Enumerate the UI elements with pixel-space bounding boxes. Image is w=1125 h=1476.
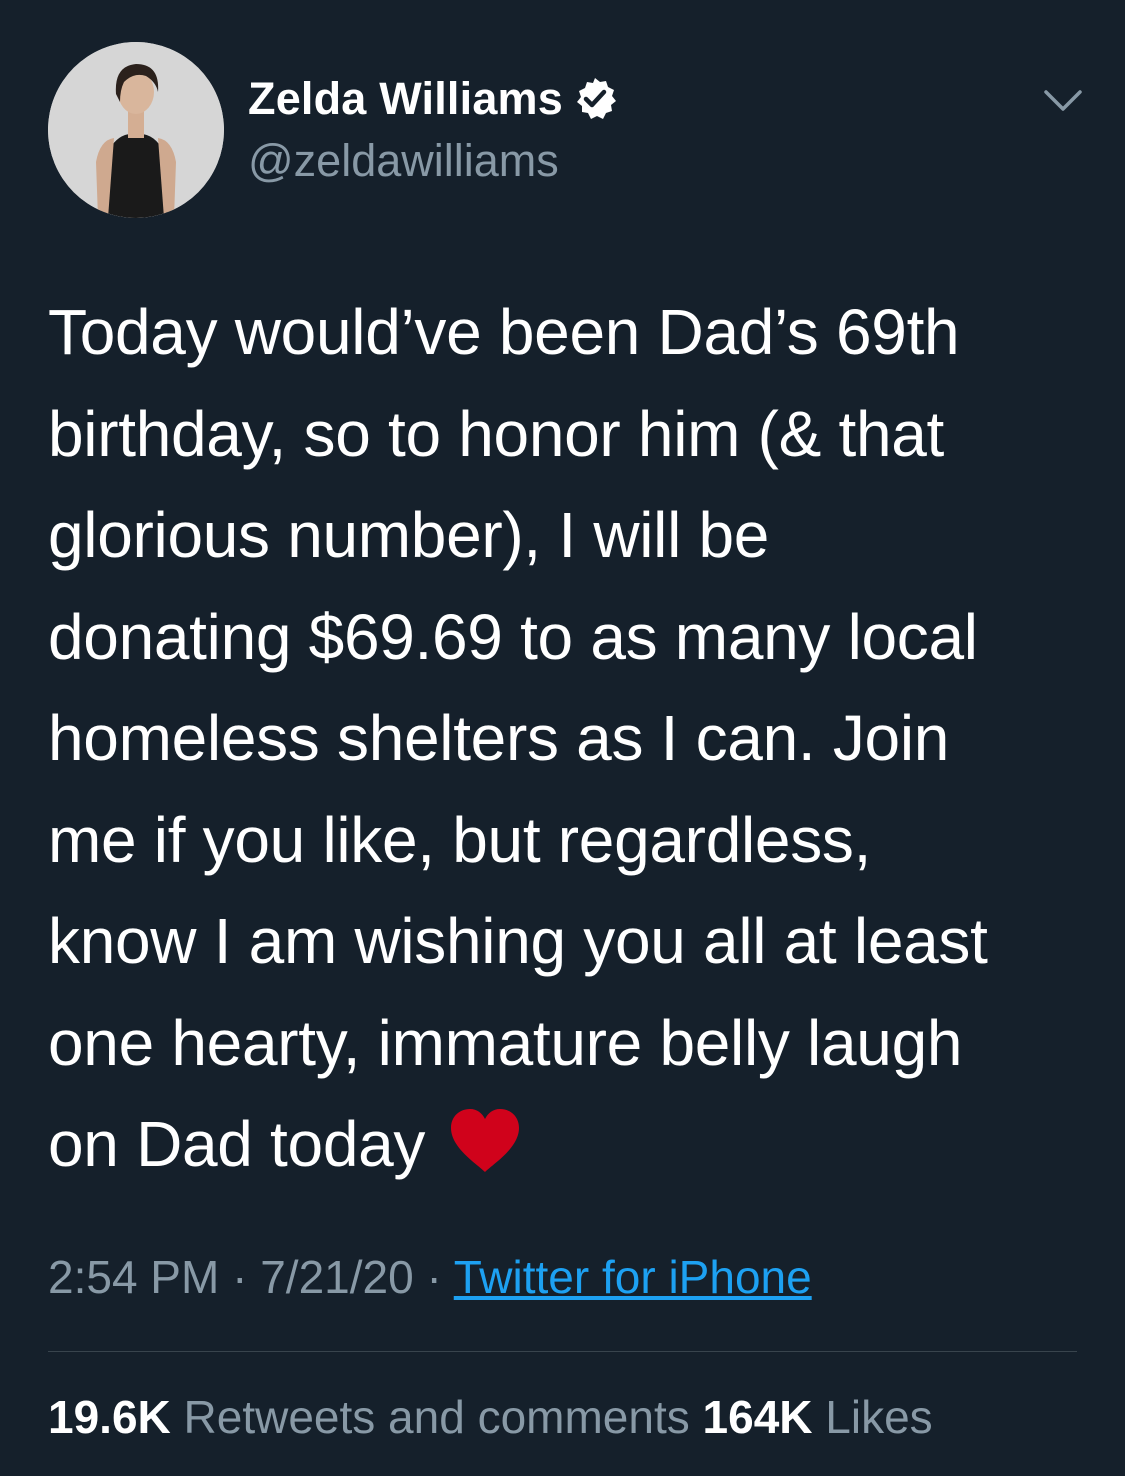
author-name-row[interactable]: Zelda Williams xyxy=(248,70,619,128)
avatar[interactable] xyxy=(48,42,224,218)
retweets-link[interactable]: 19.6K Retweets and comments xyxy=(48,1391,703,1443)
chevron-down-icon[interactable] xyxy=(1040,80,1086,120)
likes-count: 164K xyxy=(702,1391,813,1443)
verified-badge-icon xyxy=(571,75,619,123)
tweet-stats: 19.6K Retweets and comments 164K Likes xyxy=(48,1390,933,1444)
separator-dot: · xyxy=(219,1251,261,1303)
source-link[interactable]: Twitter for iPhone xyxy=(454,1251,812,1303)
likes-label: Likes xyxy=(812,1391,933,1443)
divider xyxy=(48,1351,1077,1352)
display-name[interactable]: Zelda Williams xyxy=(248,73,563,125)
likes-link[interactable]: 164K Likes xyxy=(703,1391,933,1443)
user-handle[interactable]: @zeldawilliams xyxy=(248,135,559,187)
tweet-metadata: 2:54 PM · 7/21/20 · Twitter for iPhone xyxy=(48,1250,812,1304)
profile-photo xyxy=(48,42,224,218)
tweet-date: 7/21/20 xyxy=(260,1251,414,1303)
separator-dot: · xyxy=(413,1251,454,1303)
retweets-count: 19.6K xyxy=(48,1391,171,1443)
retweets-label: Retweets and comments xyxy=(170,1391,703,1443)
tweet-time: 2:54 PM xyxy=(48,1251,220,1303)
red-heart-icon xyxy=(447,1104,523,1174)
tweet-text: Today would’ve been Dad’s 69th birthday,… xyxy=(48,282,1088,1196)
tweet-body: Today would’ve been Dad’s 69th birthday,… xyxy=(48,296,988,1180)
